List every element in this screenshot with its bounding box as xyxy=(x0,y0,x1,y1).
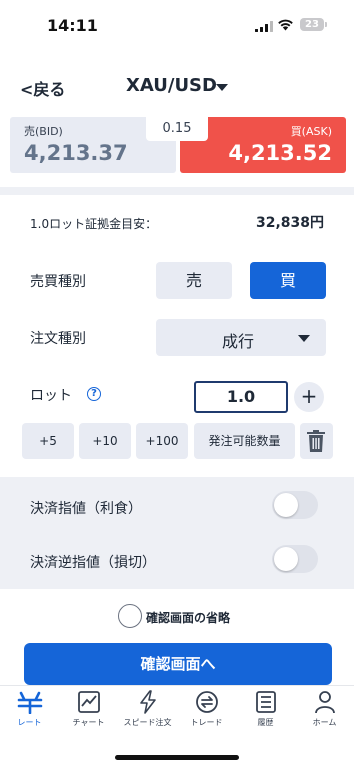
tab-history[interactable]: 履歴 xyxy=(236,690,295,728)
trade-icon xyxy=(195,691,218,713)
battery-icon: 23 xyxy=(300,18,324,31)
lot-add-100-button[interactable]: +100 xyxy=(136,423,188,459)
bid-price: 4,213.37 xyxy=(24,141,128,165)
caret-down-icon[interactable] xyxy=(216,84,228,91)
trash-icon xyxy=(307,430,325,452)
lot-plus-button[interactable]: + xyxy=(294,382,324,412)
tab-label: トレード xyxy=(190,718,223,727)
cellular-signal-icon xyxy=(255,21,273,32)
clear-lot-button[interactable] xyxy=(300,423,333,459)
history-icon xyxy=(255,691,276,713)
toggle-knob xyxy=(274,493,298,517)
order-type-select[interactable]: 成行 xyxy=(156,319,326,356)
tab-speed-order[interactable]: スピード注文 xyxy=(118,690,177,728)
battery-tip xyxy=(325,22,327,27)
tab-home[interactable]: ホーム xyxy=(295,690,354,728)
lightning-icon xyxy=(139,690,156,714)
section-divider xyxy=(0,187,354,195)
caret-down-icon xyxy=(298,335,310,342)
status-bar: 14:11 23 xyxy=(0,0,354,50)
tab-label: 履歴 xyxy=(257,718,274,727)
side-label: 売買種別 xyxy=(30,274,86,290)
status-time: 14:11 xyxy=(47,16,98,35)
home-person-icon xyxy=(314,691,335,714)
max-orderable-button[interactable]: 発注可能数量 xyxy=(194,423,295,459)
tab-trade[interactable]: トレード xyxy=(177,690,236,728)
take-profit-label: 決済指値（利食） xyxy=(30,501,142,517)
bid-label: 売(BID) xyxy=(24,125,63,138)
buy-button[interactable]: 買 xyxy=(250,262,326,299)
back-button[interactable]: <戻る xyxy=(20,76,65,100)
help-icon[interactable]: ? xyxy=(87,387,101,401)
margin-label: 1.0ロット証拠金目安： xyxy=(30,217,158,231)
sell-button[interactable]: 売 xyxy=(156,262,232,299)
toggle-knob xyxy=(274,547,298,571)
skip-confirm-checkbox[interactable] xyxy=(118,604,142,628)
order-type-label: 注文種別 xyxy=(30,331,86,347)
tab-label: スピード注文 xyxy=(123,718,172,727)
tab-label: ホーム xyxy=(312,718,337,727)
tab-label: レート xyxy=(17,718,42,727)
header: <戻る XAU/USD xyxy=(0,68,354,104)
confirm-screen-button[interactable]: 確認画面へ xyxy=(24,643,332,685)
skip-confirm-label[interactable]: 確認画面の省略 xyxy=(146,609,230,626)
lot-label: ロット xyxy=(30,388,72,404)
chart-icon xyxy=(77,691,100,713)
take-profit-toggle[interactable] xyxy=(272,491,318,519)
ask-price: 4,213.52 xyxy=(228,141,332,165)
tab-rate[interactable]: レート xyxy=(0,690,59,728)
margin-value: 32,838円 xyxy=(255,215,324,231)
stop-loss-toggle[interactable] xyxy=(272,545,318,573)
spread-value: 0.15 xyxy=(146,117,208,141)
settlement-section: 決済指値（利食） 決済逆指値（損切） xyxy=(0,477,354,589)
ask-label: 買(ASK) xyxy=(290,125,332,138)
symbol-selector[interactable]: XAU/USD xyxy=(126,75,217,96)
tab-chart[interactable]: チャート xyxy=(59,690,118,728)
wifi-icon xyxy=(278,19,293,31)
lot-input[interactable]: 1.0 xyxy=(194,381,288,413)
lot-add-10-button[interactable]: +10 xyxy=(79,423,131,459)
rate-icon xyxy=(17,691,42,714)
home-indicator xyxy=(115,755,239,760)
lot-add-5-button[interactable]: +5 xyxy=(22,423,74,459)
tab-label: チャート xyxy=(72,718,105,727)
order-type-value: 成行 xyxy=(222,332,255,351)
stop-loss-label: 決済逆指値（損切） xyxy=(30,555,156,571)
